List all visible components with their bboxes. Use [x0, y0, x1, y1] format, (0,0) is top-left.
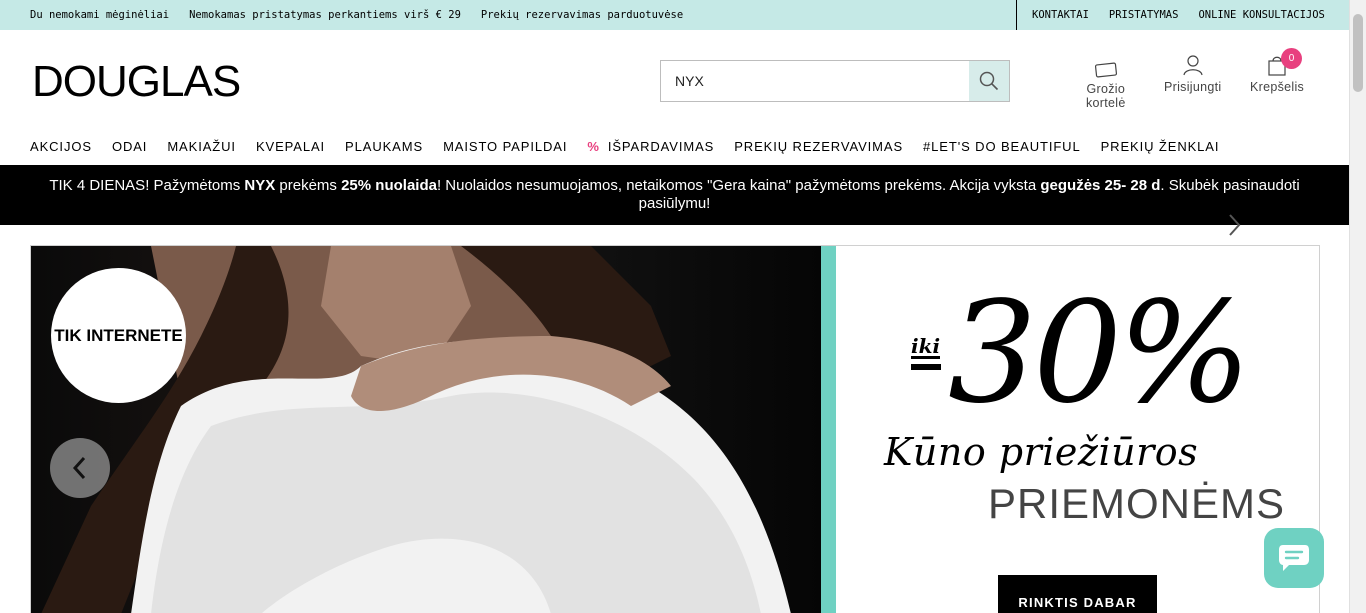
sale-percent-icon: % — [587, 139, 600, 154]
promo-discount: 25% nuolaida — [341, 177, 437, 194]
page-scrollbar[interactable] — [1349, 0, 1366, 613]
delivery-link[interactable]: PRISTATYMAS — [1109, 9, 1179, 21]
nav-item-makiazui[interactable]: MAKIAŽUI — [167, 139, 236, 154]
free-delivery-link[interactable]: Nemokamas pristatymas perkantiems virš €… — [189, 9, 461, 21]
user-icon — [1183, 55, 1203, 76]
nav-item-odai[interactable]: ODAI — [112, 139, 147, 154]
promo-banner[interactable]: TIK 4 DIENAS! Pažymėtoms NYX prekėms 25%… — [0, 165, 1349, 225]
shop-now-button[interactable]: RINKTIS DABAR — [998, 575, 1157, 613]
promo-text-3: ! Nuolaidos nesumuojamos, netaikomos "Ge… — [436, 177, 1041, 194]
hero-carousel[interactable]: TIK INTERNETE iki 30% Kūno priežiūros PR… — [30, 245, 1320, 613]
cart-count-badge: 0 — [1281, 48, 1302, 69]
nav-item-lets-do-beautiful[interactable]: #LET'S DO BEAUTIFUL — [923, 139, 1081, 154]
chevron-right-icon — [1229, 214, 1241, 236]
nav-item-prekiu-zenklai[interactable]: PREKIŲ ŽENKLAI — [1101, 139, 1220, 154]
douglas-logo[interactable]: DOUGLAS — [32, 60, 241, 104]
accent-stripe — [821, 246, 836, 613]
online-only-badge: TIK INTERNETE — [51, 268, 186, 403]
chevron-left-icon — [72, 456, 86, 480]
search-box — [660, 60, 1010, 102]
beauty-card-label-1: Grožio — [1086, 82, 1126, 96]
reservation-link[interactable]: Prekių rezervavimas parduotuvėse — [481, 9, 683, 21]
offer-line-1: Kūno priežiūros — [884, 430, 1199, 474]
beauty-card-button[interactable]: Grožio kortelė — [1086, 62, 1126, 110]
free-samples-link[interactable]: Du nemokami mėginėliai — [30, 9, 169, 21]
promo-text-1: TIK 4 DIENAS! Pažymėtoms — [49, 177, 245, 194]
card-icon — [1094, 62, 1117, 78]
nav-item-prekiu-rezervavimas[interactable]: PREKIŲ REZERVAVIMAS — [734, 139, 903, 154]
search-icon — [979, 71, 999, 91]
hero-offer-panel: iki 30% Kūno priežiūros PRIEMONĖMS RINKT… — [836, 246, 1319, 613]
top-info-left: Du nemokami mėginėliai Nemokamas pristat… — [30, 0, 683, 30]
beauty-card-label-2: kortelė — [1086, 96, 1126, 110]
online-consultations-link[interactable]: ONLINE KONSULTACIJOS — [1198, 9, 1324, 21]
nav-item-kvepalai[interactable]: KVEPALAI — [256, 139, 325, 154]
nav-item-maisto-papildai[interactable]: MAISTO PAPILDAI — [443, 139, 567, 154]
search-button[interactable] — [969, 61, 1009, 101]
cart-label: Krepšelis — [1250, 80, 1305, 94]
chat-icon — [1279, 545, 1309, 571]
promo-brand: NYX — [244, 177, 276, 194]
login-button[interactable]: Prisijungti — [1164, 54, 1222, 94]
login-label: Prisijungti — [1164, 80, 1222, 94]
promo-text-2: prekėms — [275, 177, 342, 194]
main-nav: AKCIJOS ODAI MAKIAŽUI KVEPALAI PLAUKAMS … — [30, 139, 1239, 154]
nav-item-plaukams[interactable]: PLAUKAMS — [345, 139, 423, 154]
scrollbar-thumb[interactable] — [1353, 14, 1363, 92]
offer-iki: iki — [911, 334, 941, 359]
nav-item-akcijos[interactable]: AKCIJOS — [30, 139, 92, 154]
chat-button[interactable] — [1264, 528, 1324, 588]
top-info-bar: Du nemokami mėginėliai Nemokamas pristat… — [0, 0, 1353, 30]
offer-minus — [911, 364, 941, 370]
contacts-link[interactable]: KONTAKTAI — [1032, 9, 1089, 21]
carousel-prev-button[interactable] — [50, 438, 110, 498]
top-info-right: KONTAKTAI PRISTATYMAS ONLINE KONSULTACIJ… — [1016, 0, 1353, 30]
nav-item-ispardavimas[interactable]: IŠPARDAVIMAS — [608, 139, 714, 154]
offer-line-2: PRIEMONĖMS — [988, 480, 1286, 527]
carousel-next-button[interactable] — [1224, 210, 1244, 240]
promo-dates: gegužės 25- 28 d — [1040, 177, 1161, 194]
search-input[interactable] — [661, 61, 969, 101]
offer-percent: 30% — [948, 272, 1251, 435]
